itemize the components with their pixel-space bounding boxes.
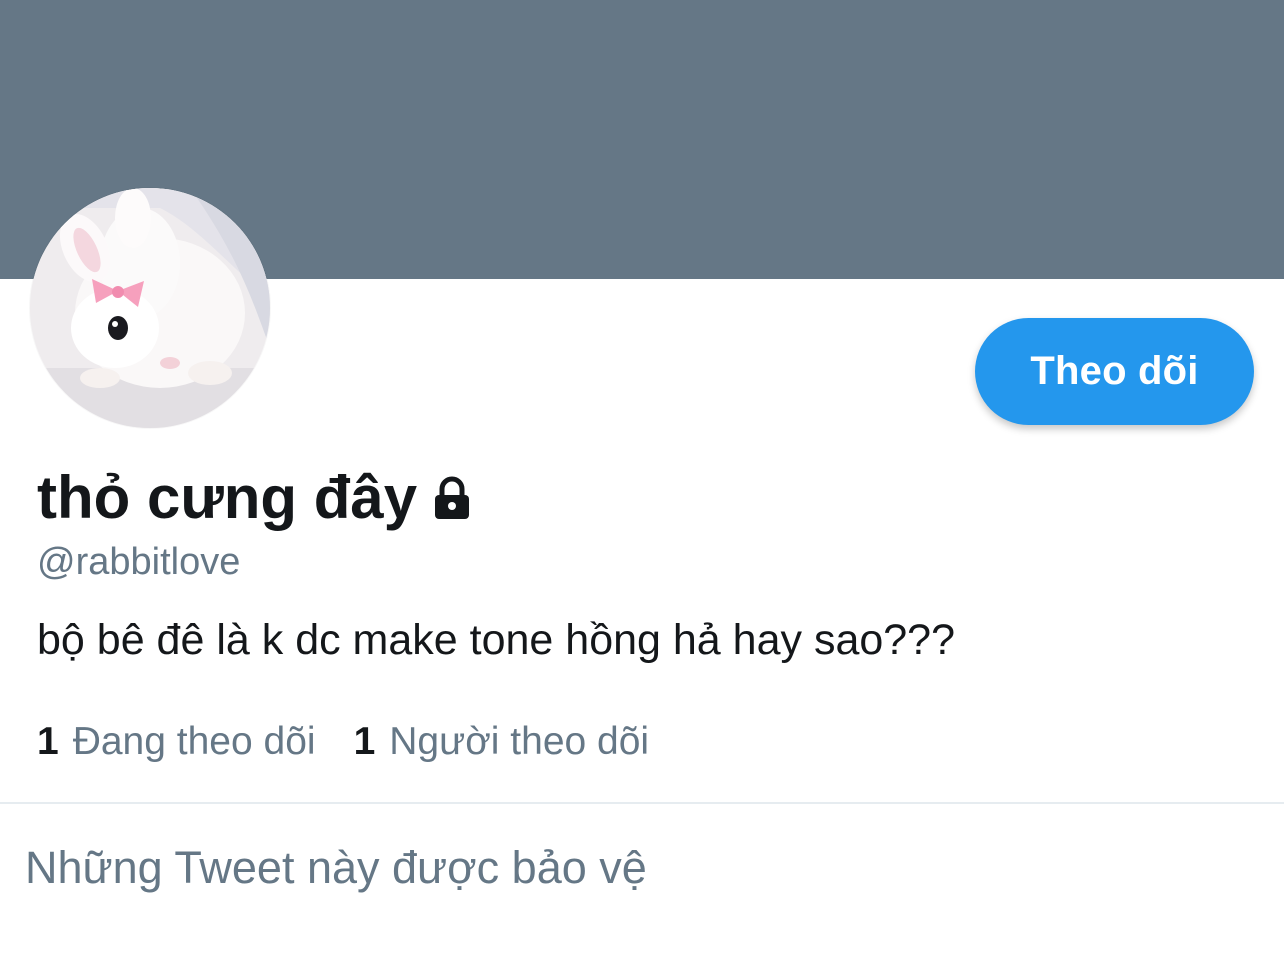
- follow-button-label: Theo dõi: [1030, 349, 1199, 393]
- profile-avatar[interactable]: [30, 188, 270, 428]
- section-divider: [0, 802, 1284, 804]
- followers-label: Người theo dõi: [389, 720, 650, 763]
- rabbit-avatar-image: [30, 188, 270, 428]
- following-count: 1: [37, 720, 59, 763]
- following-stat[interactable]: 1 Đang theo dõi: [37, 716, 316, 768]
- follow-button[interactable]: Theo dõi: [975, 318, 1254, 425]
- following-label: Đang theo dõi: [72, 720, 316, 763]
- profile-handle: @rabbitlove: [37, 541, 241, 583]
- profile-bio: bộ bê đê là k dc make tone hồng hả hay s…: [37, 616, 956, 664]
- display-name: thỏ cưng đây: [37, 464, 418, 531]
- profile-stats: 1 Đang theo dõi 1 Người theo dõi: [37, 716, 649, 768]
- followers-count: 1: [353, 720, 376, 763]
- protected-tweets-message: Những Tweet này được bảo vệ: [25, 842, 647, 893]
- display-name-row: thỏ cưng đây: [37, 462, 475, 534]
- lock-icon: [429, 475, 475, 521]
- followers-stat[interactable]: 1 Người theo dõi: [354, 716, 650, 768]
